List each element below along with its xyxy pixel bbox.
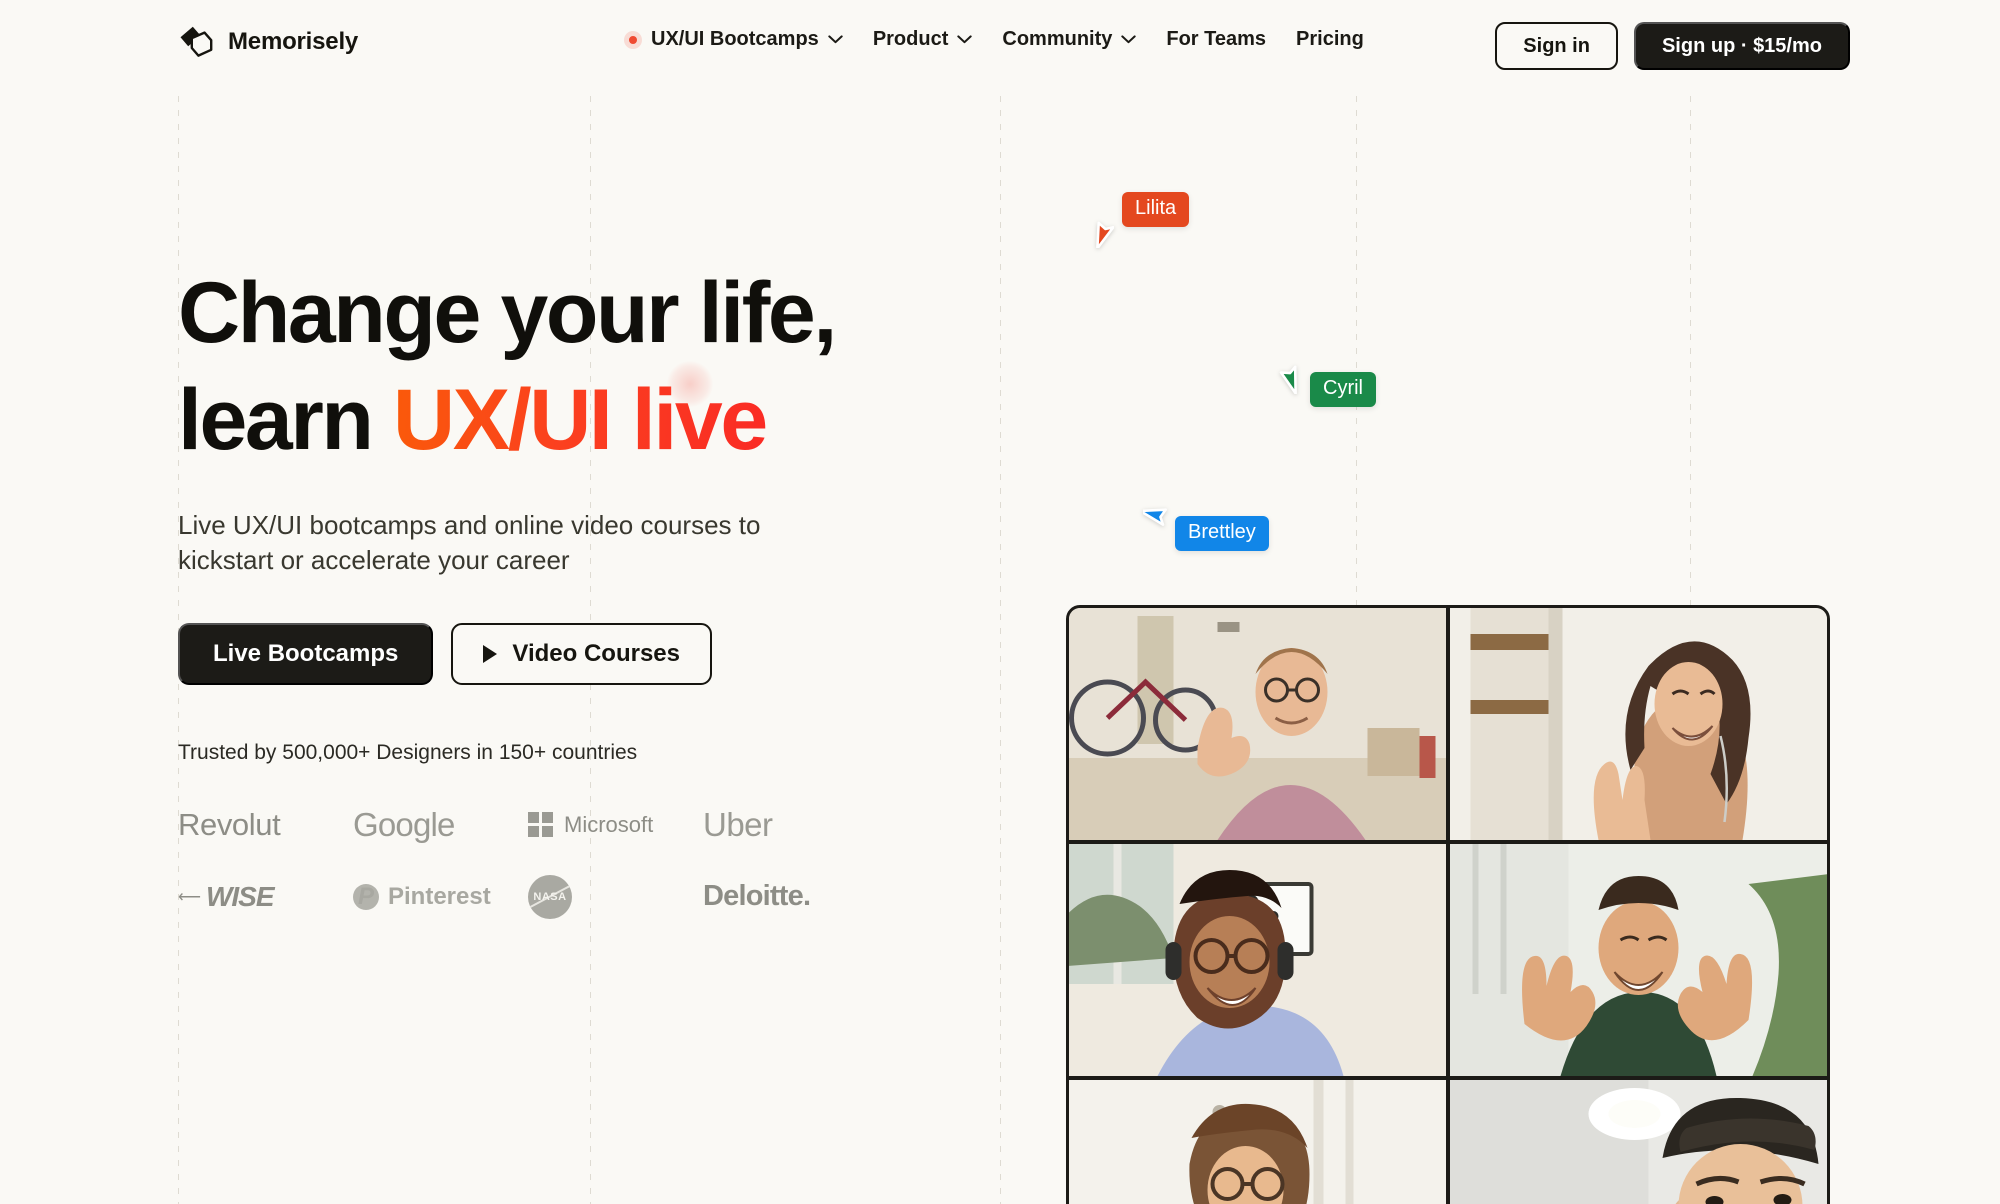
- site-header: Memorisely UX/UI Bootcamps Product Commu…: [0, 0, 2000, 95]
- video-tile[interactable]: [1069, 608, 1446, 840]
- brand-logo-link[interactable]: Memorisely: [178, 24, 358, 60]
- cursor-label: Cyril: [1310, 372, 1376, 407]
- brand-name: Memorisely: [228, 28, 359, 55]
- play-icon: [483, 644, 498, 663]
- chevron-down-icon: [1121, 35, 1137, 44]
- google-logo-icon: Google: [353, 805, 455, 843]
- memorisely-cards-logo-icon: [178, 24, 214, 60]
- microsoft-logo-icon: Microsoft: [528, 812, 703, 838]
- page-title: Change your life, learn UX/UI live: [178, 265, 898, 469]
- video-call-grid[interactable]: [1066, 605, 1830, 1204]
- hero-cta-row: Live Bootcamps Video Courses: [178, 622, 898, 685]
- video-courses-button[interactable]: Video Courses: [451, 622, 713, 685]
- cursor-brettley: Brettley: [1143, 498, 1269, 551]
- nav-label: Product: [872, 28, 949, 50]
- nav-label: UX/UI Bootcamps: [651, 28, 819, 50]
- video-tile[interactable]: [1069, 1080, 1446, 1204]
- nav-item-ux-ui-bootcamps[interactable]: UX/UI Bootcamps: [624, 28, 843, 51]
- chevron-down-icon: [828, 35, 843, 44]
- cursor-cyril: Cyril: [1276, 364, 1376, 407]
- cursor-arrow-icon: [1276, 364, 1302, 394]
- deloitte-logo-icon: Deloitte.: [703, 880, 811, 913]
- hero-visual: Lilita Cyril Brettley: [1000, 96, 2000, 1204]
- company-logos: Revolut Google Microsoft Uber ⟶ WISE P P…: [178, 789, 878, 933]
- nav-item-product[interactable]: Product: [873, 28, 973, 51]
- cursor-lilita: Lilita: [1088, 192, 1190, 248]
- cursor-label: Lilita: [1122, 192, 1190, 227]
- video-tile[interactable]: [1069, 844, 1446, 1076]
- nav-item-pricing[interactable]: Pricing: [1296, 28, 1364, 51]
- landing-page: Memorisely UX/UI Bootcamps Product Commu…: [0, 0, 2000, 1204]
- headline-line-1: Change your life,: [178, 265, 837, 361]
- nasa-logo-icon: NASA: [528, 874, 703, 919]
- live-bootcamps-button[interactable]: Live Bootcamps: [178, 622, 434, 685]
- revolut-logo-icon: Revolut: [178, 806, 281, 842]
- headline-plain: learn: [178, 372, 394, 469]
- trusted-by-text: Trusted by 500,000+ Designers in 150+ co…: [178, 740, 638, 764]
- video-tile[interactable]: [1450, 844, 1827, 1076]
- wise-logo-icon: ⟶ WISE: [178, 880, 274, 912]
- uber-logo-icon: Uber: [703, 805, 773, 843]
- live-glow-dot-icon: [667, 361, 713, 408]
- hero-subhead: Live UX/UI bootcamps and online video co…: [178, 510, 761, 575]
- nav-item-for-teams[interactable]: For Teams: [1166, 28, 1266, 51]
- header-actions: Sign in Sign up · $15/mo: [1495, 22, 1850, 70]
- nav-label: For Teams: [1166, 28, 1267, 50]
- nav-label: Community: [1002, 28, 1113, 50]
- logo-row-2: ⟶ WISE P Pinterest NASA Deloitte.: [178, 861, 878, 933]
- cursor-arrow-icon: [1088, 218, 1114, 248]
- video-tile[interactable]: [1450, 608, 1827, 840]
- cursor-label: Brettley: [1175, 516, 1269, 551]
- logo-row-1: Revolut Google Microsoft Uber: [178, 789, 878, 861]
- hero-content: Change your life, learn UX/UI live Live …: [178, 265, 898, 933]
- cursor-arrow-icon: [1143, 498, 1169, 528]
- main-navigation: UX/UI Bootcamps Product Community For Te…: [624, 28, 1364, 51]
- chevron-down-icon: [957, 35, 973, 44]
- pinterest-logo-icon: P Pinterest: [353, 883, 528, 911]
- sign-in-button[interactable]: Sign in: [1495, 22, 1618, 70]
- nav-label: Pricing: [1296, 28, 1364, 50]
- video-courses-label: Video Courses: [512, 639, 681, 667]
- sign-up-button[interactable]: Sign up · $15/mo: [1633, 22, 1850, 70]
- headline-line-2: learn UX/UI live: [178, 361, 898, 469]
- video-tile[interactable]: [1450, 1080, 1827, 1204]
- nav-item-community[interactable]: Community: [1002, 28, 1137, 51]
- live-dot-icon: [624, 30, 642, 49]
